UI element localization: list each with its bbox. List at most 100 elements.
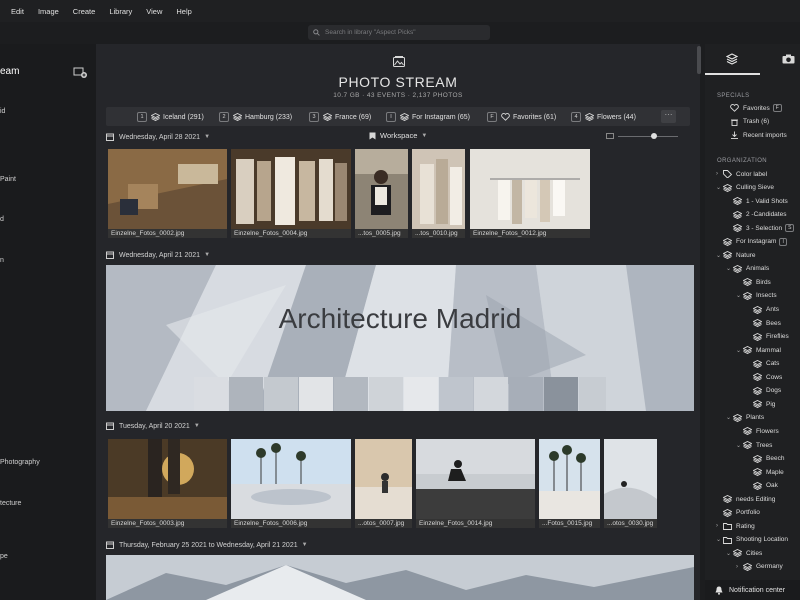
tree-item-cats[interactable]: Cats <box>746 359 779 368</box>
menu-create[interactable]: Create <box>66 7 103 16</box>
menu-help[interactable]: Help <box>169 7 198 16</box>
tree-item-cows[interactable]: Cows <box>746 373 782 382</box>
tree-item-plants[interactable]: ⌄ Plants <box>726 413 764 422</box>
chevron-down-icon[interactable]: ⌄ <box>716 536 723 543</box>
tree-item-rating[interactable]: › Rating <box>716 522 755 531</box>
filter-favorites[interactable]: F Favorites (61) <box>487 111 556 123</box>
tree-item-culling-sieve[interactable]: ⌄ Culling Sieve <box>716 183 774 192</box>
chevron-down-icon[interactable]: ▼ <box>204 252 210 258</box>
chevron-right-icon[interactable]: › <box>716 171 723 177</box>
tree-item-trees[interactable]: ⌄ Trees <box>736 441 772 449</box>
event-thumbnail-strip[interactable] <box>194 377 606 411</box>
special-item-trash-6[interactable]: Trash (6) <box>723 118 769 126</box>
photo-thumbnail[interactable]: Einzelne_Fotos_0002.jpg <box>108 149 227 238</box>
tree-item-birds[interactable]: Birds <box>736 278 771 287</box>
camera-icon[interactable] <box>782 54 795 64</box>
photo-thumbnail[interactable]: Einzelne_Fotos_0006.jpg <box>231 439 351 528</box>
photo-thumbnail[interactable]: Einzelne_Fotos_0003.jpg <box>108 439 227 528</box>
tree-item-ants[interactable]: Ants <box>746 305 779 314</box>
photo-thumbnail[interactable]: ...tos_0005.jpg <box>355 149 408 238</box>
photo-thumbnail[interactable]: Einzelne_Fotos_0004.jpg <box>231 149 351 238</box>
tree-item-dogs[interactable]: Dogs <box>746 386 781 395</box>
menu-image[interactable]: Image <box>31 7 66 16</box>
event-cover-banner[interactable] <box>106 555 694 600</box>
chevron-down-icon[interactable]: ▼ <box>194 423 200 429</box>
chevron-right-icon[interactable]: › <box>736 564 743 570</box>
sidebar-item-3[interactable]: d <box>0 216 4 223</box>
menu-view[interactable]: View <box>139 7 169 16</box>
tree-item-germany[interactable]: › Germany <box>736 562 783 571</box>
sidebar-item-2[interactable]: Paint <box>0 176 16 183</box>
section-header[interactable]: Wednesday, April 28 2021 ▼ <box>106 131 210 143</box>
sidebar-item-1[interactable]: id <box>0 108 5 115</box>
filter-hamburg[interactable]: 2 Hamburg (233) <box>219 111 292 123</box>
tree-item-insects[interactable]: ⌄ Insects <box>736 291 777 300</box>
chevron-right-icon[interactable]: › <box>716 523 723 529</box>
photo-thumbnail[interactable]: ...Fotos_0015.jpg <box>539 439 600 528</box>
search-input[interactable]: Search in library "Aspect Picks" <box>308 25 490 40</box>
menu-library[interactable]: Library <box>102 7 139 16</box>
tree-item-animals[interactable]: ⌄ Animals <box>726 264 769 273</box>
tree-item-mammal[interactable]: ⌄ Mammal <box>736 346 781 355</box>
sidebar-item-7[interactable]: pe <box>0 553 8 560</box>
chevron-down-icon[interactable]: ▼ <box>302 542 308 548</box>
photo-thumbnail[interactable]: Einzelne_Fotos_0014.jpg <box>416 439 535 528</box>
chevron-down-icon[interactable]: ⌄ <box>736 292 743 299</box>
chevron-down-icon[interactable]: ⌄ <box>716 252 723 259</box>
tree-item-beech[interactable]: Beech <box>746 454 784 463</box>
photo-thumbnail[interactable]: Einzelne_Fotos_0012.jpg <box>470 149 590 238</box>
sidebar-item-photo-stream[interactable]: eam <box>0 66 19 77</box>
filter-france[interactable]: 3 France (69) <box>309 111 371 123</box>
tree-item-needs-editing[interactable]: needs Editing <box>716 495 775 504</box>
layers-icon[interactable] <box>726 53 738 65</box>
filter-iceland[interactable]: 1 Iceland (291) <box>137 111 204 123</box>
tree-item-portfolio[interactable]: Portfolio <box>716 508 760 517</box>
sidebar-item-6[interactable]: tecture <box>0 500 21 507</box>
photo-thumbnail[interactable]: ...otos_0030.jpg <box>604 439 657 528</box>
chevron-down-icon[interactable]: ⌄ <box>726 550 733 557</box>
workspace-selector[interactable]: Workspace ▼ <box>369 131 427 140</box>
tree-item-cities[interactable]: ⌄ Cities <box>726 549 762 558</box>
add-album-icon[interactable] <box>73 66 87 78</box>
tree-item-for-instagram[interactable]: For Instagram I <box>716 237 787 246</box>
small-grid-icon <box>606 133 614 139</box>
menu-edit[interactable]: Edit <box>4 7 31 16</box>
tree-item-2-candidates[interactable]: 2 -Candidates <box>726 210 786 219</box>
scrollbar-thumb[interactable] <box>697 46 701 74</box>
tree-item-bees[interactable]: Bees <box>746 319 781 328</box>
tree-item-color-label[interactable]: › Color label <box>716 170 767 178</box>
tree-item-1-valid-shots[interactable]: 1 - Valid Shots <box>726 197 788 206</box>
filter-for-instagram[interactable]: I For Instagram (65) <box>386 111 470 123</box>
special-item-favorites[interactable]: Favorites F <box>723 104 782 112</box>
tree-item-pig[interactable]: Pig <box>746 400 775 409</box>
tree-item-flowers[interactable]: Flowers <box>736 427 779 436</box>
thumbnail-size-slider[interactable] <box>606 132 692 140</box>
section-header[interactable]: Wednesday, April 21 2021 ▼ <box>106 249 210 261</box>
chevron-down-icon[interactable]: ⌄ <box>716 184 723 191</box>
tree-item-fireflies[interactable]: Fireflies <box>746 332 789 341</box>
special-item-recent-imports[interactable]: Recent imports <box>723 131 787 139</box>
chevron-down-icon[interactable]: ⌄ <box>736 347 743 354</box>
chevron-down-icon[interactable]: ⌄ <box>726 265 733 272</box>
chevron-down-icon[interactable]: ⌄ <box>726 414 733 421</box>
event-title: Architecture Madrid <box>278 303 522 334</box>
tree-item-maple[interactable]: Maple <box>746 468 784 477</box>
event-cover-banner[interactable]: Architecture Madrid <box>106 265 694 411</box>
filter-flowers[interactable]: 4 Flowers (44) <box>571 111 636 123</box>
sidebar-item-4[interactable]: n <box>0 257 4 264</box>
chevron-down-icon[interactable]: ⌄ <box>736 442 743 449</box>
notification-center-button[interactable]: Notification center <box>705 580 800 600</box>
photo-preview <box>355 439 412 519</box>
sidebar-item-5[interactable]: Photography <box>0 459 40 466</box>
section-header[interactable]: Thursday, February 25 2021 to Wednesday,… <box>106 539 308 551</box>
photo-thumbnail[interactable]: ...otos_0007.jpg <box>355 439 412 528</box>
photo-thumbnail[interactable]: ...tos_0010.jpg <box>412 149 465 238</box>
tree-item-nature[interactable]: ⌄ Nature <box>716 251 756 260</box>
chevron-down-icon[interactable]: ▼ <box>204 134 210 140</box>
more-filters-button[interactable]: ··· <box>661 110 676 123</box>
tree-item-3-selection[interactable]: 3 - Selection S <box>726 224 795 233</box>
tree-item-shooting-location[interactable]: ⌄ Shooting Location <box>716 536 788 544</box>
section-header[interactable]: Tuesday, April 20 2021 ▼ <box>106 420 200 432</box>
slider-handle[interactable] <box>651 133 657 139</box>
tree-item-oak[interactable]: Oak <box>746 481 778 490</box>
